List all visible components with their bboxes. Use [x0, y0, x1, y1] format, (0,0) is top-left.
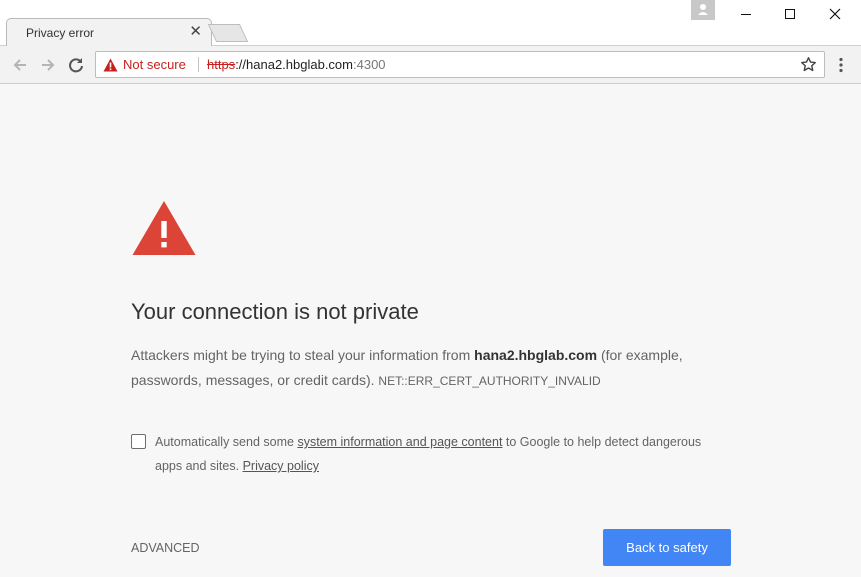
- omnibox-separator: [198, 57, 199, 72]
- explanation-text: Attackers might be trying to steal your …: [131, 343, 741, 394]
- back-arrow-icon: [13, 59, 26, 71]
- privacy-policy-link[interactable]: Privacy policy: [243, 459, 319, 473]
- url-port: :4300: [353, 57, 386, 72]
- forward-button[interactable]: [38, 55, 58, 75]
- explanation-host: hana2.hbglab.com: [474, 347, 598, 363]
- optin-text: Automatically send some system informati…: [155, 430, 715, 478]
- send-info-checkbox[interactable]: [131, 434, 146, 449]
- kebab-menu-icon: [839, 57, 843, 73]
- close-button[interactable]: [813, 0, 857, 28]
- browser-toolbar: Not secure https://hana2.hbglab.com:4300: [0, 46, 861, 84]
- optin-prefix: Automatically send some: [155, 435, 298, 449]
- close-icon: [829, 8, 841, 20]
- warning-icon[interactable]: [103, 58, 118, 77]
- back-button[interactable]: [10, 55, 30, 75]
- address-bar[interactable]: Not secure https://hana2.hbglab.com:4300: [95, 51, 825, 78]
- url-scheme: https: [207, 57, 236, 72]
- tab-title: Privacy error: [26, 26, 95, 40]
- page-heading: Your connection is not private: [131, 299, 419, 324]
- interstitial-page: Your connection is not private Attackers…: [0, 84, 861, 577]
- back-to-safety-button[interactable]: Back to safety: [603, 529, 731, 566]
- new-tab-button[interactable]: [207, 24, 249, 42]
- chrome-menu-button[interactable]: [834, 55, 848, 75]
- maximize-button[interactable]: [768, 0, 812, 28]
- explanation-prefix: Attackers might be trying to steal your …: [131, 347, 475, 363]
- tab-privacy-error[interactable]: Privacy error ✕: [6, 18, 212, 47]
- warning-triangle-icon: [131, 199, 197, 261]
- system-info-link[interactable]: system information and page content: [297, 435, 502, 449]
- title-bar: Privacy error ✕: [0, 0, 861, 47]
- bookmark-star-button[interactable]: [800, 56, 817, 78]
- minimize-icon: [741, 14, 751, 15]
- url-host: ://hana2.hbglab.com: [235, 57, 353, 72]
- url-text[interactable]: https://hana2.hbglab.com:4300: [207, 57, 386, 72]
- forward-arrow-icon: [42, 59, 55, 71]
- security-status-label[interactable]: Not secure: [123, 57, 186, 72]
- reload-button[interactable]: [66, 55, 86, 75]
- profile-icon[interactable]: [691, 0, 715, 20]
- error-code[interactable]: NET::ERR_CERT_AUTHORITY_INVALID: [378, 374, 600, 388]
- reload-icon: [69, 58, 83, 73]
- minimize-button[interactable]: [724, 0, 768, 28]
- tab-close-icon[interactable]: ✕: [189, 23, 202, 41]
- maximize-icon: [785, 9, 795, 19]
- star-icon: [801, 57, 816, 72]
- advanced-button[interactable]: ADVANCED: [131, 541, 200, 555]
